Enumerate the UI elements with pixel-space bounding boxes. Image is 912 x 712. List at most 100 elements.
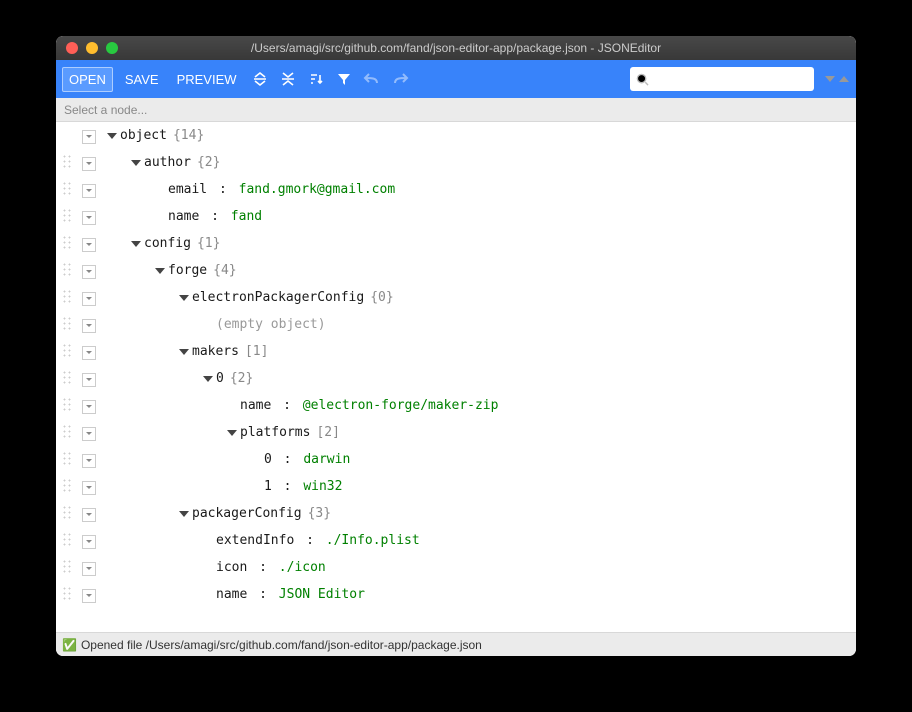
node-value[interactable]: @electron-forge/maker-zip [303,398,499,413]
maximize-window-button[interactable] [106,42,118,54]
drag-handle[interactable] [56,554,78,581]
node-key[interactable]: extendInfo [216,533,294,548]
node-key[interactable]: forge [168,263,207,278]
menu-icon[interactable] [82,184,96,198]
row-menu[interactable] [78,149,100,176]
expand-all-icon[interactable] [249,68,271,90]
redo-icon[interactable] [389,68,411,90]
preview-button[interactable]: PREVIEW [171,68,243,91]
tree-row[interactable]: name : JSON Editor [56,581,854,608]
row-menu[interactable] [78,473,100,500]
tree-row[interactable]: author{2} [56,149,854,176]
node-key[interactable]: icon [216,560,247,575]
drag-handle[interactable] [56,311,78,338]
node-key[interactable]: name [240,398,271,413]
tree-row[interactable]: packagerConfig{3} [56,500,854,527]
toggle-icon[interactable] [131,241,141,247]
node-value[interactable]: darwin [303,452,350,467]
undo-icon[interactable] [361,68,383,90]
row-menu[interactable] [78,122,100,149]
drag-handle[interactable] [56,257,78,284]
toggle-icon[interactable] [155,268,165,274]
menu-icon[interactable] [82,157,96,171]
node-key[interactable]: author [144,155,191,170]
save-button[interactable]: SAVE [119,68,165,91]
menu-icon[interactable] [82,562,96,576]
menu-icon[interactable] [82,400,96,414]
node-value[interactable]: fand.gmork@gmail.com [239,182,396,197]
tree-row[interactable]: config{1} [56,230,854,257]
node-value[interactable]: ./Info.plist [326,533,420,548]
row-menu[interactable] [78,284,100,311]
sort-icon[interactable] [305,68,327,90]
node-key[interactable]: config [144,236,191,251]
node-key[interactable]: name [216,587,247,602]
toggle-icon[interactable] [203,376,213,382]
tree-row[interactable]: forge{4} [56,257,854,284]
row-menu[interactable] [78,392,100,419]
tree-row[interactable]: (empty object) [56,311,854,338]
tree-row[interactable]: 1 : win32 [56,473,854,500]
node-key[interactable]: 0 [216,371,224,386]
node-key[interactable]: packagerConfig [192,506,302,521]
menu-icon[interactable] [82,211,96,225]
row-menu[interactable] [78,257,100,284]
row-menu[interactable] [78,500,100,527]
node-value[interactable]: fand [231,209,262,224]
tree-row[interactable]: 0 : darwin [56,446,854,473]
tree-row[interactable]: makers[1] [56,338,854,365]
toggle-icon[interactable] [107,133,117,139]
node-key[interactable]: name [168,209,199,224]
row-menu[interactable] [78,554,100,581]
node-key[interactable]: platforms [240,425,310,440]
node-value[interactable]: ./icon [279,560,326,575]
menu-icon[interactable] [82,481,96,495]
menu-icon[interactable] [82,454,96,468]
search-input[interactable] [653,72,808,86]
node-key[interactable]: electronPackagerConfig [192,290,364,305]
breadcrumb[interactable]: Select a node... [56,98,856,122]
row-menu[interactable] [78,230,100,257]
tree-view[interactable]: object{14}author{2}email : fand.gmork@gm… [56,122,856,632]
tree-row[interactable]: extendInfo : ./Info.plist [56,527,854,554]
toggle-icon[interactable] [179,349,189,355]
row-menu[interactable] [78,581,100,608]
drag-handle[interactable] [56,500,78,527]
collapse-all-icon[interactable] [277,68,299,90]
node-key[interactable]: object [120,128,167,143]
node-key[interactable]: 0 [264,452,272,467]
drag-handle[interactable] [56,230,78,257]
tree-row[interactable]: name : fand [56,203,854,230]
node-key[interactable]: email [168,182,207,197]
drag-handle[interactable] [56,338,78,365]
minimize-window-button[interactable] [86,42,98,54]
menu-icon[interactable] [82,292,96,306]
drag-handle[interactable] [56,473,78,500]
drag-handle[interactable] [56,581,78,608]
toggle-icon[interactable] [227,430,237,436]
toggle-icon[interactable] [179,511,189,517]
drag-handle[interactable] [56,419,78,446]
drag-handle[interactable] [56,446,78,473]
menu-icon[interactable] [82,346,96,360]
menu-icon[interactable] [82,319,96,333]
menu-icon[interactable] [82,589,96,603]
drag-handle[interactable] [56,527,78,554]
drag-handle[interactable] [56,149,78,176]
menu-icon[interactable] [82,427,96,441]
drag-handle[interactable] [56,176,78,203]
row-menu[interactable] [78,311,100,338]
tree-row[interactable]: electronPackagerConfig{0} [56,284,854,311]
drag-handle[interactable] [56,203,78,230]
close-window-button[interactable] [66,42,78,54]
search-prev-icon[interactable] [838,74,850,84]
open-button[interactable]: OPEN [62,67,113,92]
tree-row[interactable]: email : fand.gmork@gmail.com [56,176,854,203]
menu-icon[interactable] [82,508,96,522]
row-menu[interactable] [78,419,100,446]
menu-icon[interactable] [82,238,96,252]
search-next-icon[interactable] [824,74,836,84]
drag-handle[interactable] [56,284,78,311]
menu-icon[interactable] [82,130,96,144]
filter-icon[interactable] [333,68,355,90]
